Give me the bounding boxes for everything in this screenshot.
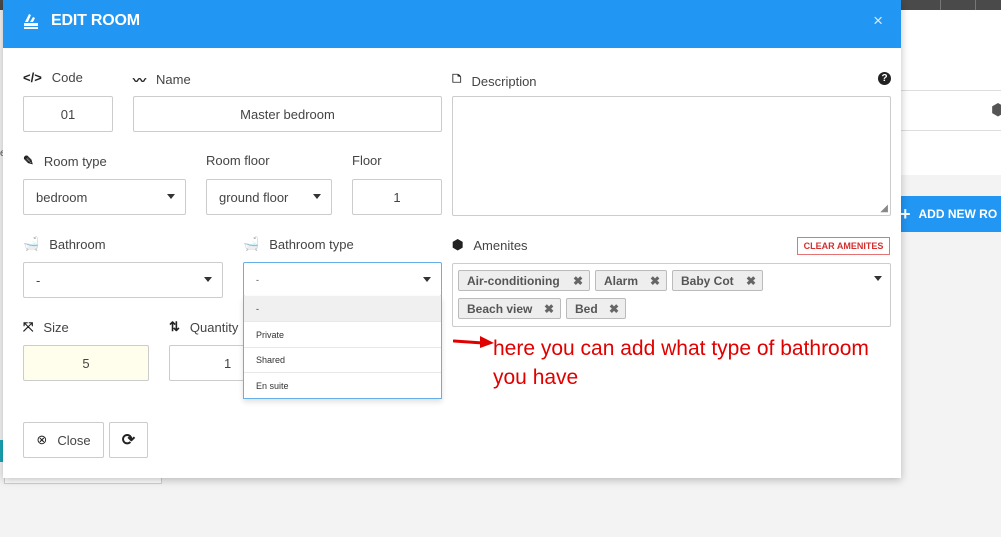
bathroom-type-label: 🛁 Bathroom type xyxy=(243,236,354,252)
remove-tag-icon[interactable]: ✖ xyxy=(544,302,554,316)
add-new-room-label: ADD NEW RO xyxy=(918,207,998,221)
code-icon: </> xyxy=(23,70,42,85)
dropdown-option[interactable]: Private xyxy=(244,322,441,348)
amenities-multiselect[interactable]: Air-conditioning ✖ Alarm ✖ Baby Cot ✖ Be… xyxy=(452,263,891,327)
background-panel xyxy=(900,10,1001,175)
bathroom-type-select[interactable]: - xyxy=(243,262,442,297)
cube-icon[interactable]: ⬢ xyxy=(991,100,1001,120)
sort-icon: ⇅ xyxy=(169,319,180,334)
remove-tag-icon[interactable]: ✖ xyxy=(609,302,619,316)
note-icon: 🗅 xyxy=(452,71,462,86)
bathroom-select[interactable]: - xyxy=(23,262,223,298)
bathroom-type-dropdown: - Private Shared En suite xyxy=(243,296,442,399)
code-input[interactable]: 01 xyxy=(23,96,113,132)
floor-input[interactable]: 1 xyxy=(352,179,442,215)
add-new-room-button[interactable]: + ADD NEW RO xyxy=(900,196,1001,232)
refresh-button[interactable]: ⟳ xyxy=(109,422,148,458)
signature-icon: 〰 xyxy=(133,73,147,88)
bathtub-icon: 🛁 xyxy=(23,236,40,251)
remove-tag-icon[interactable]: ✖ xyxy=(573,274,583,288)
cube-icon: ⬢ xyxy=(452,237,464,252)
chevron-down-icon xyxy=(313,194,321,199)
name-input[interactable]: Master bedroom xyxy=(133,96,442,132)
amenity-tag[interactable]: Baby Cot ✖ xyxy=(672,270,763,291)
help-icon[interactable]: ? xyxy=(878,72,891,85)
amenity-tag[interactable]: Bed ✖ xyxy=(566,298,626,319)
room-type-select[interactable]: bedroom xyxy=(23,179,186,215)
dropdown-option[interactable]: En suite xyxy=(244,373,441,398)
size-label: ⤧ Size xyxy=(23,319,69,335)
name-label: 〰 Name xyxy=(133,72,191,88)
modal-header: EDIT ROOM × xyxy=(3,0,901,48)
clear-amenities-button[interactable]: CLEAR AMENITES xyxy=(797,237,890,255)
expand-icon: ⤧ xyxy=(23,319,34,334)
code-label: </> Code xyxy=(23,70,83,85)
description-label: 🗅 Description xyxy=(452,70,537,92)
amenity-tag[interactable]: Beach view ✖ xyxy=(458,298,561,319)
close-button[interactable]: ⊗ Close xyxy=(23,422,104,458)
edit-room-modal: EDIT ROOM × </> Code 01 〰 Name Master be… xyxy=(3,0,901,478)
chevron-down-icon xyxy=(874,276,882,281)
room-type-label: ✎ Room type xyxy=(23,153,107,169)
room-floor-select[interactable]: ground floor xyxy=(206,179,332,215)
bed-stack-icon xyxy=(23,12,39,35)
amenities-label: ⬢ Amenites xyxy=(452,237,528,253)
bathroom-label: 🛁 Bathroom xyxy=(23,236,106,252)
close-circle-icon: ⊗ xyxy=(36,432,48,447)
bathtub-icon: 🛁 xyxy=(243,236,260,251)
eyedropper-icon: ✎ xyxy=(23,153,34,168)
close-icon[interactable]: × xyxy=(873,11,883,31)
resize-grip-icon[interactable]: ◢ xyxy=(880,203,888,214)
divider xyxy=(900,90,1001,91)
dropdown-option[interactable]: Shared xyxy=(244,348,441,373)
size-input[interactable]: 5 xyxy=(23,345,149,381)
chevron-down-icon xyxy=(204,277,212,282)
dropdown-option[interactable]: - xyxy=(244,296,441,322)
refresh-icon: ⟳ xyxy=(121,432,136,449)
amenity-tag[interactable]: Alarm ✖ xyxy=(595,270,667,291)
divider xyxy=(900,130,1001,131)
modal-title: EDIT ROOM xyxy=(51,12,140,29)
room-floor-label: Room floor xyxy=(206,153,270,168)
chevron-down-icon xyxy=(423,276,431,282)
annotation-text: here you can add what type of bathroom y… xyxy=(493,337,869,389)
annotation-arrow-icon xyxy=(453,336,494,348)
remove-tag-icon[interactable]: ✖ xyxy=(650,274,660,288)
plus-icon: + xyxy=(900,203,911,224)
remove-tag-icon[interactable]: ✖ xyxy=(746,274,756,288)
amenity-tag[interactable]: Air-conditioning ✖ xyxy=(458,270,590,291)
quantity-label: ⇅ Quantity xyxy=(169,319,239,335)
chevron-down-icon xyxy=(167,194,175,199)
description-textarea[interactable]: ◢ xyxy=(452,96,891,216)
floor-label: Floor xyxy=(352,153,382,168)
